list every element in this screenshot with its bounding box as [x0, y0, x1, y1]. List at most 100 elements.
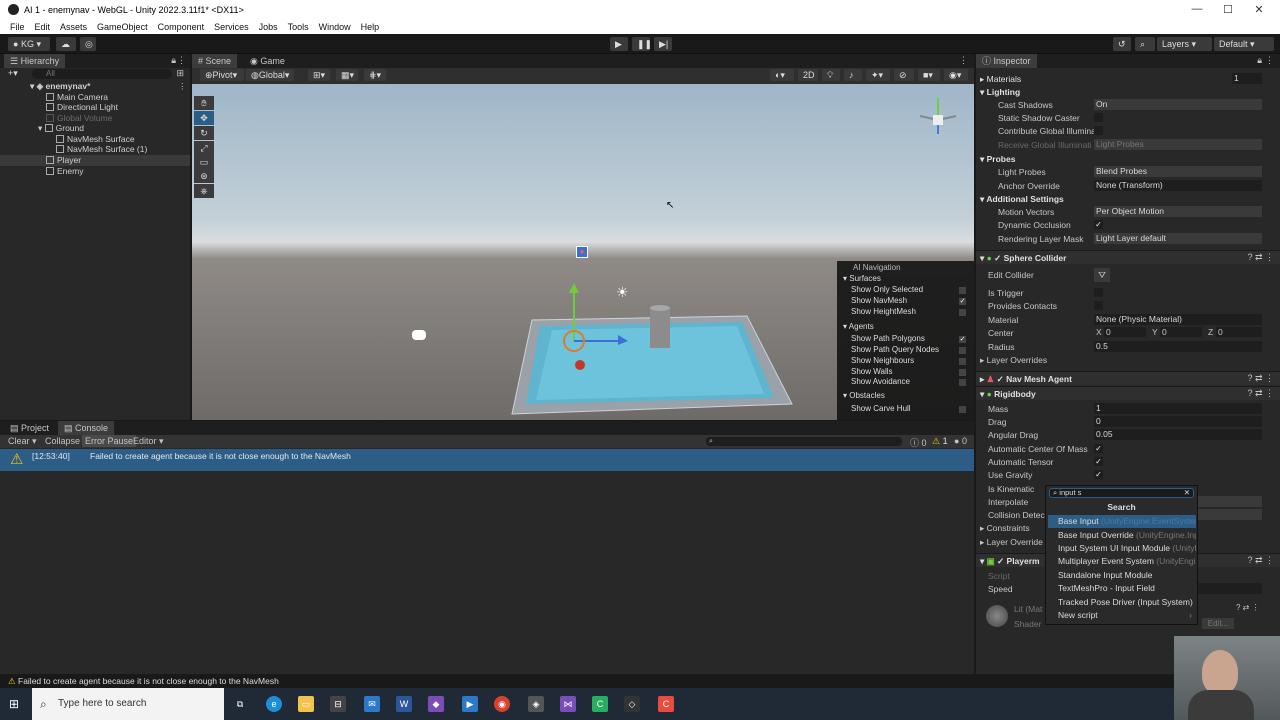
popup-item-selected[interactable]: Base Input (UnityEngine.EventSystems): [1048, 515, 1196, 528]
nav-mesh-agent-foldout[interactable]: ▸ ♟ ✓ Nav Mesh Agent: [980, 373, 1072, 385]
center-y-field[interactable]: 0: [1160, 327, 1202, 337]
menu-services[interactable]: Services: [214, 22, 249, 32]
pause-button[interactable]: ❚❚: [632, 37, 652, 51]
global-dropdown[interactable]: ◍Global▾: [246, 69, 294, 81]
rotate-tool-icon[interactable]: ↻: [194, 126, 214, 140]
center-z-field[interactable]: 0: [1216, 327, 1262, 337]
camtasia-icon[interactable]: C: [592, 696, 608, 712]
unity-hub-icon[interactable]: ◈: [528, 696, 544, 712]
history-icon[interactable]: ↺: [1113, 37, 1131, 51]
step-button[interactable]: ▶|: [654, 37, 672, 51]
audio-toggle-icon[interactable]: ♪: [844, 69, 862, 81]
menu-help[interactable]: Help: [361, 22, 380, 32]
toggle-2d-button[interactable]: 2D: [798, 69, 818, 81]
nav-option-checkbox[interactable]: [959, 406, 966, 413]
nav-option[interactable]: Show HeightMesh: [851, 307, 916, 317]
nav-option[interactable]: Show Path Polygons: [851, 334, 925, 344]
sphere-collider-foldout[interactable]: ▾ ● ✓ Sphere Collider: [980, 252, 1066, 264]
scene-root[interactable]: ▾ ◈ enemynav*: [30, 81, 90, 92]
cast-shadows-dropdown[interactable]: On: [1094, 99, 1262, 110]
nav-option[interactable]: Show Only Selected: [851, 285, 923, 295]
effects-toggle-icon[interactable]: ✦▾: [866, 69, 890, 81]
nav-option[interactable]: Show Walls: [851, 367, 893, 377]
obstacles-header[interactable]: ▾ Obstacles: [843, 391, 885, 401]
search-icon[interactable]: ⌕: [1135, 37, 1155, 51]
orientation-gizmo[interactable]: [912, 88, 964, 138]
collision-detection-dropdown[interactable]: [1198, 509, 1262, 520]
store-icon[interactable]: ⊟: [330, 696, 346, 712]
shading-mode-icon[interactable]: ◐▾: [770, 69, 794, 81]
windows-start-icon[interactable]: ⊞: [9, 698, 21, 710]
visual-studio-icon[interactable]: ⋈: [560, 696, 576, 712]
chrome-icon[interactable]: ◉: [494, 696, 510, 712]
grid-snap-icon[interactable]: ⊞▾: [308, 69, 330, 81]
layer-overrides-foldout[interactable]: ▸ Layer Overrides: [980, 354, 1047, 366]
lighting-foldout[interactable]: ▾ Lighting: [980, 86, 1020, 98]
component-menu-icon[interactable]: ? ⇄ ⋮: [1247, 388, 1274, 399]
nav-option[interactable]: Show Avoidance: [851, 377, 910, 387]
anchor-override-field[interactable]: None (Transform): [1094, 180, 1262, 191]
popup-item[interactable]: TextMeshPro - Input Field: [1048, 582, 1196, 595]
tab-project[interactable]: ▤ Project: [4, 421, 55, 435]
lock-icon[interactable]: 🔒︎: [171, 55, 176, 66]
menu-window[interactable]: Window: [319, 22, 351, 32]
rect-tool-icon[interactable]: ▭: [194, 155, 214, 169]
editor-dropdown[interactable]: Editor ▾: [133, 436, 164, 447]
app-icon[interactable]: ▶: [462, 696, 478, 712]
gizmos-toggle-icon[interactable]: ◉▾: [944, 69, 968, 81]
hierarchy-item[interactable]: Enemy: [46, 166, 83, 177]
mass-field[interactable]: 1: [1094, 403, 1262, 414]
popup-item[interactable]: New script ›: [1048, 609, 1196, 622]
hierarchy-search-input[interactable]: All: [32, 69, 172, 79]
clear-button[interactable]: Clear ▾: [8, 436, 37, 447]
edge-icon[interactable]: e: [266, 696, 282, 712]
nav-option-checkbox[interactable]: [959, 309, 966, 316]
hierarchy-item[interactable]: Directional Light: [46, 102, 118, 113]
probes-foldout[interactable]: ▾ Probes: [980, 153, 1015, 165]
collab-icon[interactable]: ◎: [80, 37, 96, 51]
menu-tools[interactable]: Tools: [288, 22, 309, 32]
nav-option-checkbox[interactable]: [959, 287, 966, 294]
edit-collider-button[interactable]: ⛛: [1094, 268, 1110, 282]
menu-file[interactable]: File: [10, 22, 25, 32]
directional-light-icon[interactable]: ☀: [616, 284, 629, 301]
shader-edit-button[interactable]: Edit...: [1202, 618, 1234, 629]
nav-option-checkbox[interactable]: [959, 358, 966, 365]
player-script-foldout[interactable]: ▾ ▣ ✓ Playerm: [980, 555, 1040, 567]
menu-component[interactable]: Component: [158, 22, 205, 32]
nav-option[interactable]: Show NavMesh: [851, 296, 907, 306]
tab-scene[interactable]: # Scene: [192, 54, 238, 68]
rigidbody-foldout[interactable]: ▾ ● Rigidbody: [980, 388, 1036, 400]
info-count-badge[interactable]: ⓘ 0: [910, 436, 927, 449]
center-vector-field[interactable]: X 0 Y 0 Z 0: [1094, 327, 1264, 338]
grid-visibility-icon[interactable]: ▦▾: [336, 69, 358, 81]
tab-console[interactable]: ▤ Console: [58, 421, 115, 435]
warning-count-badge[interactable]: ⚠ 1: [932, 436, 948, 447]
console-search-input[interactable]: ⌕: [706, 437, 902, 446]
component-menu-icon[interactable]: ? ⇄ ⋮: [1247, 252, 1274, 263]
status-bar[interactable]: ⚠ Failed to create agent because it is n…: [0, 674, 1280, 688]
agents-header[interactable]: ▾ Agents: [843, 322, 874, 332]
unity-icon[interactable]: ◇: [624, 696, 640, 712]
menu-assets[interactable]: Assets: [60, 22, 87, 32]
nav-option-checkbox[interactable]: ✓: [959, 336, 966, 343]
word-icon[interactable]: W: [396, 696, 412, 712]
hidden-objects-icon[interactable]: ⊘: [894, 69, 914, 81]
hierarchy-item-selected[interactable]: Player: [0, 155, 190, 166]
motion-vectors-dropdown[interactable]: Per Object Motion: [1094, 206, 1262, 217]
nav-option-checkbox[interactable]: ✓: [959, 298, 966, 305]
tab-inspector[interactable]: ⓘ Inspector: [976, 54, 1037, 68]
static-shadow-checkbox[interactable]: [1094, 113, 1103, 122]
panel-menu-icon[interactable]: ⋮: [1265, 55, 1274, 66]
panel-menu-icon[interactable]: ⋮: [177, 55, 186, 66]
sphere-collider-header[interactable]: ▾ ● ✓ Sphere Collider ? ⇄ ⋮: [976, 250, 1280, 264]
play-button[interactable]: ▶: [610, 37, 628, 51]
light-probes-dropdown[interactable]: Blend Probes: [1094, 166, 1262, 177]
nav-option-checkbox[interactable]: [959, 369, 966, 376]
provides-contacts-checkbox[interactable]: [1094, 301, 1103, 310]
taskbar-search-input[interactable]: ⌕ Type here to search: [32, 688, 224, 720]
nav-option[interactable]: Show Path Query Nodes: [851, 345, 939, 355]
transform-tool-icon[interactable]: ⊛: [194, 169, 214, 183]
clear-search-icon[interactable]: ✕: [1184, 489, 1190, 497]
layout-dropdown[interactable]: Default ▾: [1214, 37, 1274, 51]
